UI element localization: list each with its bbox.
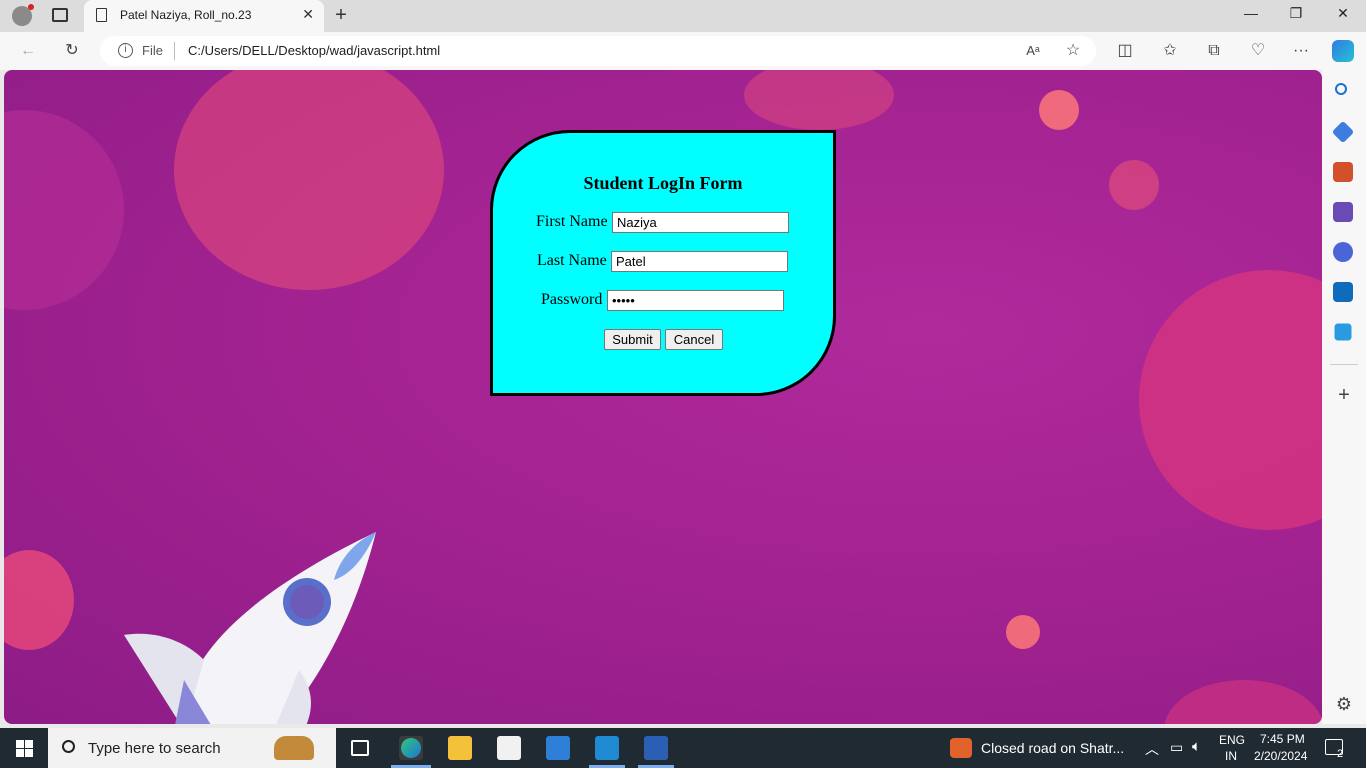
vscode-icon[interactable] — [595, 736, 619, 760]
split-screen-icon[interactable]: ◫ — [1114, 40, 1136, 62]
active-tab[interactable]: Patel Naziya, Roll_no.23 ✕ — [84, 0, 324, 32]
outlook-icon[interactable] — [1333, 282, 1353, 302]
login-form: Student LogIn Form First Name Naziya Las… — [490, 130, 836, 396]
more-menu-icon[interactable]: ··· — [1290, 40, 1312, 62]
volume-icon[interactable]: 🔈︎ — [1192, 738, 1201, 755]
info-icon[interactable]: i — [118, 43, 133, 58]
close-tab-icon[interactable]: ✕ — [302, 6, 314, 23]
background-shape — [1164, 680, 1322, 724]
language-top[interactable]: ENG — [1219, 733, 1245, 747]
page-icon — [96, 8, 107, 22]
edge-sidebar: + ⚙ — [1322, 70, 1366, 724]
background-shape — [1006, 615, 1040, 649]
background-shape — [4, 110, 124, 310]
close-window-icon[interactable]: ✕ — [1331, 5, 1355, 22]
password-input[interactable]: ••••• — [607, 290, 784, 311]
search-icon[interactable] — [1335, 83, 1347, 95]
url-text[interactable]: C:/Users/DELL/Desktop/wad/javascript.htm… — [188, 43, 440, 58]
tab-bar: Patel Naziya, Roll_no.23 ✕ + — ❐ ✕ — [0, 0, 1366, 32]
favorites-icon[interactable]: ✩ — [1159, 40, 1181, 62]
refresh-icon[interactable]: ↻ — [61, 40, 83, 62]
taskbar: Type here to search Closed road on Shatr… — [0, 728, 1366, 768]
back-icon[interactable]: ← — [17, 40, 39, 62]
address-separator — [174, 42, 175, 60]
tab-title: Patel Naziya, Roll_no.23 — [120, 8, 252, 22]
microsoft-365-icon[interactable] — [1333, 242, 1353, 262]
first-name-label: First Name — [536, 213, 608, 230]
submit-button[interactable]: Submit — [604, 329, 661, 350]
new-tab-icon[interactable]: + — [330, 4, 352, 27]
browser-essentials-icon[interactable]: ♡ — [1247, 40, 1269, 62]
file-explorer-icon[interactable] — [448, 736, 472, 760]
password-label: Password — [541, 291, 603, 308]
copilot-icon[interactable] — [1332, 40, 1354, 62]
last-name-input[interactable]: Patel — [611, 251, 788, 272]
last-name-label: Last Name — [537, 252, 607, 269]
microsoft-store-icon[interactable] — [497, 736, 521, 760]
first-name-input[interactable]: Naziya — [612, 212, 789, 233]
task-view-icon[interactable] — [351, 740, 369, 756]
background-shape — [174, 70, 444, 290]
cancel-button[interactable]: Cancel — [665, 329, 723, 350]
page-content: Student LogIn Form First Name Naziya Las… — [4, 70, 1322, 724]
clock-date[interactable]: 2/20/2024 — [1254, 749, 1307, 763]
sidebar-divider — [1330, 364, 1358, 365]
send-icon[interactable] — [1334, 323, 1352, 341]
search-icon — [62, 740, 75, 753]
muffin-icon — [274, 736, 314, 760]
edge-browser-icon[interactable] — [399, 736, 423, 760]
windows-start-icon[interactable] — [16, 740, 33, 757]
taskbar-search[interactable]: Type here to search — [48, 728, 336, 768]
games-icon[interactable] — [1333, 202, 1353, 222]
restore-icon[interactable]: ❐ — [1284, 5, 1308, 22]
favorite-star-icon[interactable]: ☆ — [1062, 40, 1084, 62]
mail-icon[interactable] — [546, 736, 570, 760]
background-shape — [1139, 270, 1322, 530]
address-bar[interactable]: i File C:/Users/DELL/Desktop/wad/javascr… — [100, 36, 1096, 66]
collections-icon[interactable]: ⧉ — [1203, 40, 1225, 62]
clock-time[interactable]: 7:45 PM — [1260, 732, 1305, 746]
minimize-icon[interactable]: — — [1239, 5, 1263, 21]
tools-icon[interactable] — [1333, 162, 1353, 182]
browser-toolbar: ← ↻ i File C:/Users/DELL/Desktop/wad/jav… — [0, 32, 1366, 70]
tab-actions-icon[interactable] — [52, 8, 68, 22]
traffic-alert-icon[interactable] — [950, 738, 972, 758]
shopping-tag-icon[interactable] — [1331, 120, 1355, 144]
word-icon[interactable] — [644, 736, 668, 760]
show-hidden-icons[interactable]: ︿ — [1145, 739, 1159, 759]
background-shape — [744, 70, 894, 130]
add-icon[interactable]: + — [1333, 384, 1355, 407]
notification-count-badge: 2 — [1337, 748, 1344, 760]
language-bottom[interactable]: IN — [1225, 749, 1237, 763]
news-widget-text[interactable]: Closed road on Shatr... — [981, 740, 1124, 756]
read-aloud-icon[interactable]: Aᵃ — [1022, 40, 1044, 62]
file-label: File — [142, 43, 163, 58]
rocket-illustration — [124, 532, 376, 724]
settings-gear-icon[interactable]: ⚙ — [1333, 694, 1355, 715]
background-shape — [1109, 160, 1159, 210]
background-shape — [4, 550, 74, 650]
background-shape — [1039, 90, 1079, 130]
network-icon[interactable]: ▭ — [1170, 739, 1183, 756]
notification-dot — [28, 4, 34, 10]
search-placeholder: Type here to search — [88, 740, 221, 757]
form-title: Student LogIn Form — [583, 173, 743, 193]
